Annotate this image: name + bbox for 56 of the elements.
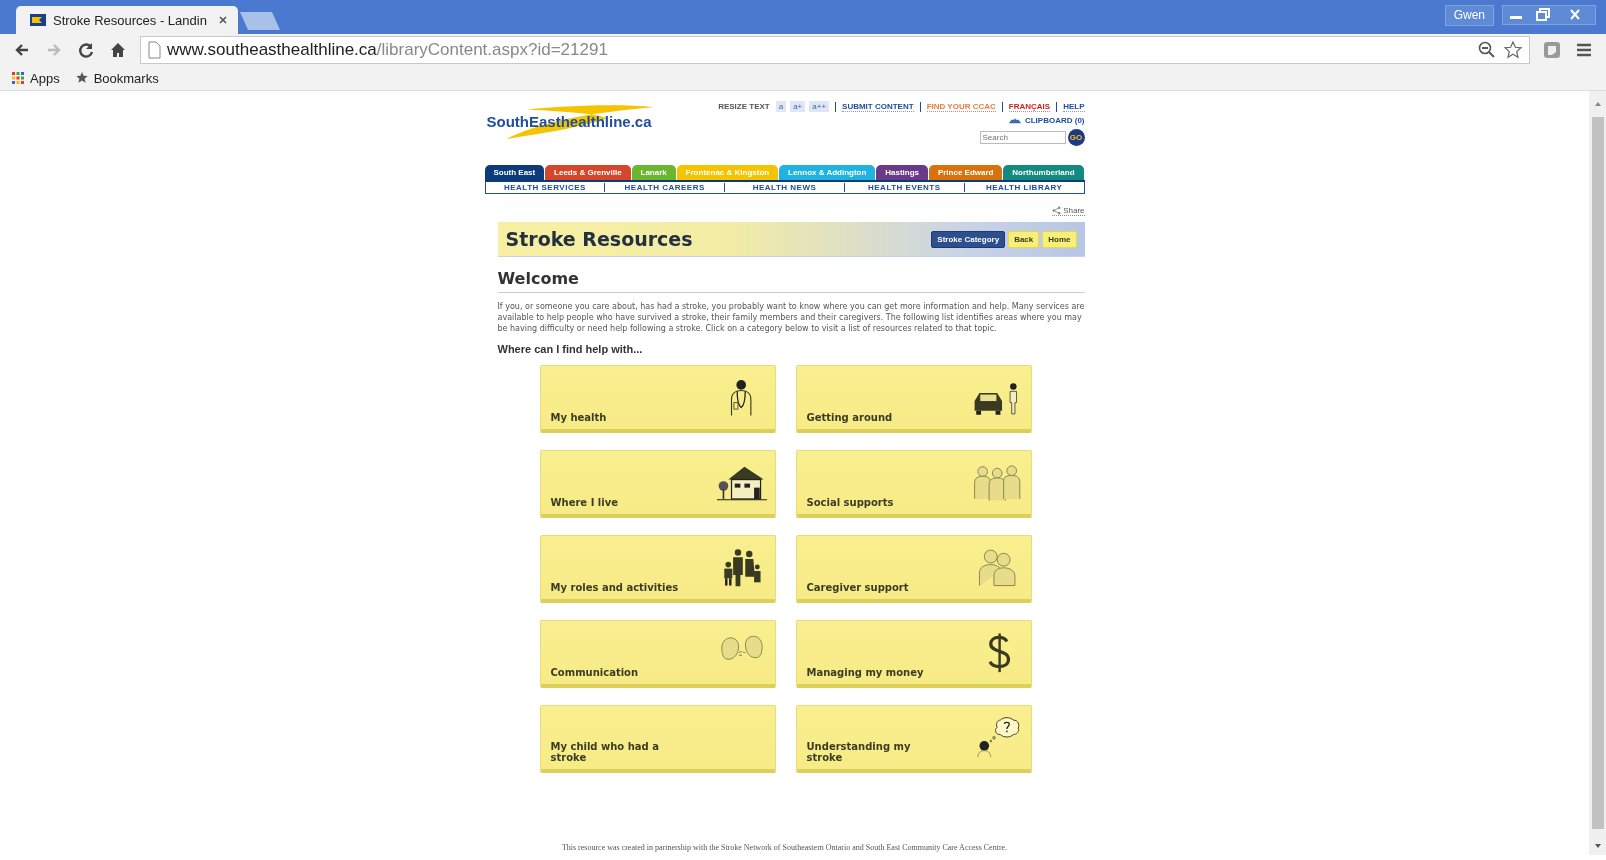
header-link[interactable]: HELP [1063, 101, 1085, 112]
nav-link[interactable]: HEALTH NEWS [725, 183, 845, 192]
category-card[interactable]: My health [539, 365, 776, 433]
region-tab[interactable]: South East [484, 165, 545, 180]
nav-button[interactable]: Back [1008, 230, 1040, 248]
category-card[interactable]: Social supports [795, 450, 1032, 518]
region-tab[interactable]: Northumberland [1003, 165, 1084, 180]
header-link[interactable]: SUBMIT CONTENT [842, 101, 914, 112]
nav-button[interactable]: Home [1042, 230, 1077, 248]
category-card[interactable]: Managing my money [795, 620, 1032, 688]
category-card[interactable]: Communication [539, 620, 776, 688]
flag-icon [30, 14, 46, 26]
minimize-icon[interactable] [1503, 6, 1529, 24]
bookmark-link[interactable]: Bookmarks [75, 70, 159, 86]
apps-grid-icon [12, 72, 24, 84]
star-icon [75, 72, 88, 84]
category-card[interactable]: Getting around [795, 365, 1032, 433]
category-card[interactable]: Understanding my stroke [795, 705, 1032, 773]
address-bar[interactable]: www.southeasthealthline.ca/libraryContent.aspx?id=21291 [140, 36, 1530, 64]
region-tab[interactable]: Hastings [876, 165, 928, 180]
clipboard-link[interactable]: CLIPBOARD (0) [1024, 116, 1085, 125]
close-icon[interactable] [1555, 6, 1595, 24]
reload-icon[interactable] [76, 40, 96, 60]
region-tab[interactable]: Leeds & Grenville [545, 165, 631, 180]
clipboard-icon [1007, 117, 1022, 124]
scrollbar[interactable] [1589, 91, 1606, 855]
share-icon [1052, 206, 1062, 215]
star-icon[interactable] [1503, 40, 1523, 60]
browser-tab[interactable]: Stroke Resources - Landin [16, 6, 238, 34]
category-card[interactable]: Caregiver support [795, 535, 1032, 603]
page-title: Stroke Resources [505, 228, 693, 250]
close-icon[interactable] [218, 15, 228, 25]
intro-paragraph: If you, or someone you care about, has had a stroke, you probably want to know where you can get more information and help. Many services are available to help people who have survived a stroke, their family members and their caregivers. The following list identifies areas where you may be having difficulty or need help following a stroke. Click on a category below to visit a list of resources related to that topic. [497, 301, 1085, 334]
share-link[interactable]: Share [1052, 206, 1085, 216]
section-heading: Welcome [497, 269, 1085, 293]
text-size-button[interactable]: a+ [790, 101, 806, 112]
page-icon [147, 41, 161, 59]
search-field[interactable]: Search [979, 131, 1066, 144]
text-size-button[interactable]: a [775, 101, 787, 112]
nav-link[interactable]: HEALTH CAREERS [605, 183, 726, 192]
text-size-button[interactable]: a++ [809, 101, 830, 112]
nav-link[interactable]: HEALTH SERVICES [485, 183, 606, 192]
nav-button[interactable]: Stroke Category [931, 230, 1006, 248]
extension-icon[interactable] [1542, 40, 1562, 60]
subheading: Where can I find help with... [497, 343, 644, 355]
go-button[interactable]: GO [1067, 129, 1085, 146]
footer-text: This resource was created in partnership with the Stroke Network of Southeastern Ontario and South East Community Care Access Centre. [561, 843, 1008, 852]
resize-text-label: RESIZE TEXT [718, 102, 770, 111]
category-card[interactable]: My roles and activities [539, 535, 776, 603]
category-card[interactable]: Where I live [539, 450, 776, 518]
bookmark-link[interactable]: Apps [12, 70, 60, 86]
header-link[interactable]: FRANÇAIS [1008, 101, 1051, 112]
nav-link[interactable]: HEALTH LIBRARY [964, 183, 1084, 192]
zoom-out-icon[interactable] [1477, 40, 1497, 60]
nav-link[interactable]: HEALTH EVENTS [844, 183, 965, 192]
category-card[interactable]: My child who had a stroke [539, 705, 776, 773]
